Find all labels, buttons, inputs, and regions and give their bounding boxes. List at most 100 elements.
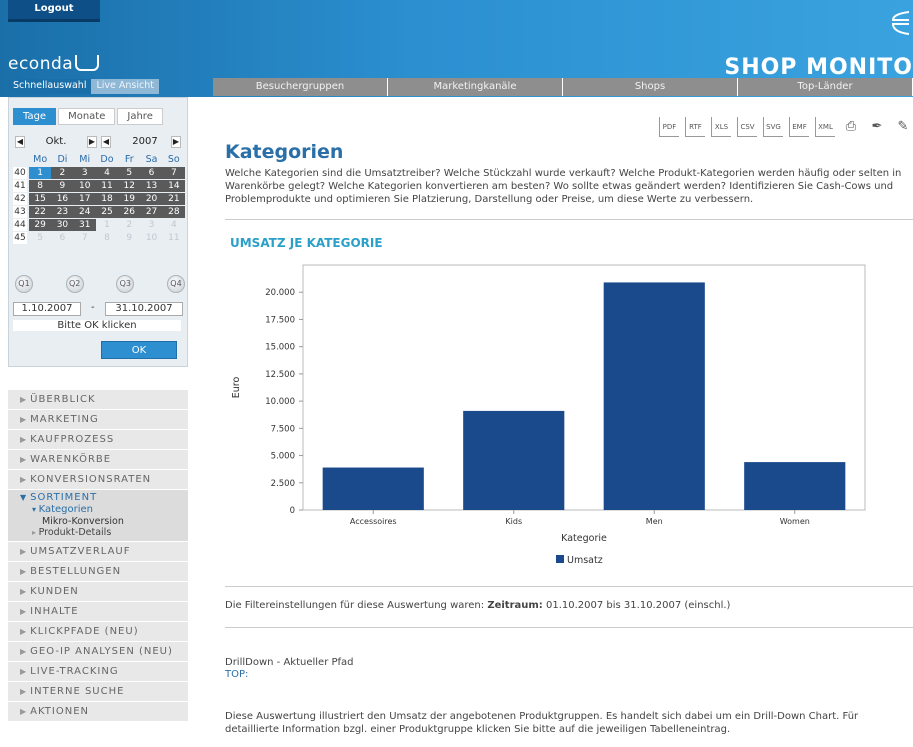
logout-button[interactable]: Logout [8,0,100,22]
calendar-day[interactable]: 27 [140,206,163,218]
menu-item-sortiment[interactable]: ▼ SORTIMENT ▾ Kategorien Mikro-Konversion ▸ … [8,490,188,542]
calendar-day[interactable]: 7 [162,167,185,179]
tab-jahre[interactable]: Jahre [117,108,163,125]
calendar-day[interactable]: 9 [51,180,74,192]
tab-schnellauswahl[interactable]: Schnellauswahl [8,79,92,94]
calendar-day[interactable]: 14 [162,180,185,192]
printer-icon[interactable]: ⎙ [841,117,861,137]
week-number[interactable]: 40 [13,167,27,179]
chart-bar[interactable] [603,282,705,510]
tab-monate[interactable]: Monate [58,108,116,125]
menu-item-inhalte[interactable]: ▶ INHALTE [8,602,188,622]
submenu-item-mikro-konversion[interactable]: Mikro-Konversion [20,516,188,527]
export-rtf-icon[interactable]: RTF [685,117,705,137]
calendar-day[interactable]: 30 [51,219,74,231]
menu-item-kaufprozess[interactable]: ▶ KAUFPROZESS [8,430,188,450]
menu-item-konversionsraten[interactable]: ▶ KONVERSIONSRATEN [8,470,188,490]
drilldown-top-link[interactable]: TOP: [225,669,248,680]
week-number[interactable]: 42 [13,193,27,205]
quarter-button-q4[interactable]: Q4 [166,275,185,293]
prev-month-icon[interactable]: ◀ [15,136,25,148]
menu-item-geo-ip-analysen-neu[interactable]: ▶ GEO-IP ANALYSEN (NEU) [8,642,188,662]
pencil-icon[interactable]: ✎ [893,117,913,137]
calendar-day[interactable]: 18 [95,193,119,205]
calendar-day[interactable]: 15 [29,193,52,205]
nav-shops[interactable]: Shops [563,78,738,96]
calendar-day[interactable]: 4 [163,219,185,231]
export-svg-icon[interactable]: SVG [763,117,783,137]
calendar-day[interactable]: 6 [140,167,163,179]
nav-top-laender[interactable]: Top-Länder [738,78,913,96]
menu-item-live-tracking[interactable]: ▶ LIVE-TRACKING [8,662,188,682]
export-emf-icon[interactable]: EMF [789,117,809,137]
menu-item-aktionen[interactable]: ▶ AKTIONEN [8,702,188,722]
calendar-day[interactable]: 1 [96,219,118,231]
week-number[interactable]: 44 [13,219,27,231]
nav-marketingkanaele[interactable]: Marketingkanäle [388,78,563,96]
calendar-day[interactable]: 10 [140,232,162,244]
week-number[interactable]: 43 [13,206,27,218]
export-xml-icon[interactable]: XML [815,117,835,137]
calendar-day[interactable]: 20 [140,193,163,205]
tab-live-ansicht[interactable]: Live Ansicht [91,79,159,94]
date-to-field[interactable]: 31.10.2007 [105,302,183,316]
calendar-day[interactable]: 2 [51,167,74,179]
menu-item-marketing[interactable]: ▶ MARKETING [8,410,188,430]
calendar-day[interactable]: 5 [29,232,51,244]
submenu-item-kategorien[interactable]: ▾ Kategorien [20,504,188,516]
quarter-button-q2[interactable]: Q2 [65,275,84,293]
pen-icon[interactable]: ✒ [867,117,887,137]
submenu-item-produkt-details[interactable]: ▸ Produkt-Details [20,527,188,541]
week-number[interactable]: 45 [13,232,27,244]
export-csv-icon[interactable]: CSV [737,117,757,137]
menu-item-warenk-rbe[interactable]: ▶ WARENKÖRBE [8,450,188,470]
next-year-icon[interactable]: ▶ [171,136,181,148]
calendar-day[interactable]: 19 [118,193,141,205]
calendar-day[interactable]: 17 [73,193,96,205]
date-from-field[interactable]: 1.10.2007 [13,302,81,316]
calendar-day[interactable]: 11 [163,232,185,244]
calendar-day[interactable]: 10 [73,180,96,192]
export-pdf-icon[interactable]: PDF [659,117,679,137]
calendar-day[interactable]: 31 [73,219,96,231]
chart-bar[interactable] [463,410,565,510]
calendar-day[interactable]: 5 [118,167,141,179]
week-number[interactable]: 41 [13,180,27,192]
ok-button[interactable]: OK [101,341,177,359]
calendar-day[interactable]: 29 [29,219,52,231]
quarter-button-q3[interactable]: Q3 [116,275,135,293]
menu-item-kunden[interactable]: ▶ KUNDEN [8,582,188,602]
calendar-day[interactable]: 9 [118,232,140,244]
calendar-day[interactable]: 3 [73,167,96,179]
calendar-day[interactable]: 23 [51,206,74,218]
prev-year-icon[interactable]: ◀ [101,136,111,148]
calendar-day[interactable]: 12 [118,180,141,192]
menu-item-interne-suche[interactable]: ▶ INTERNE SUCHE [8,682,188,702]
calendar-day[interactable]: 2 [118,219,140,231]
calendar-day[interactable]: 7 [74,232,96,244]
calendar-day[interactable]: 22 [29,206,52,218]
calendar-day[interactable]: 11 [95,180,119,192]
next-month-icon[interactable]: ▶ [87,136,97,148]
calendar-day[interactable]: 6 [51,232,73,244]
menu-item-klickpfade-neu[interactable]: ▶ KLICKPFADE (NEU) [8,622,188,642]
nav-besuchergruppen[interactable]: Besuchergruppen [213,78,388,96]
chart-bar[interactable] [322,467,424,510]
calendar-day[interactable]: 16 [51,193,74,205]
menu-item-berblick[interactable]: ▶ ÜBERBLICK [8,390,188,410]
calendar-day[interactable]: 1 [29,167,52,179]
calendar-day[interactable]: 8 [29,180,52,192]
tab-tage[interactable]: Tage [13,108,57,125]
export-xls-icon[interactable]: XLS [711,117,731,137]
calendar-day[interactable]: 8 [96,232,118,244]
calendar-day[interactable]: 21 [162,193,185,205]
menu-item-umsatzverlauf[interactable]: ▶ UMSATZVERLAUF [8,542,188,562]
quarter-button-q1[interactable]: Q1 [15,275,33,293]
calendar-day[interactable]: 4 [95,167,119,179]
calendar-day[interactable]: 28 [162,206,185,218]
calendar-day[interactable]: 26 [118,206,141,218]
calendar-day[interactable]: 13 [140,180,163,192]
menu-item-bestellungen[interactable]: ▶ BESTELLUNGEN [8,562,188,582]
calendar-day[interactable]: 25 [95,206,119,218]
chart-bar[interactable] [744,462,846,510]
